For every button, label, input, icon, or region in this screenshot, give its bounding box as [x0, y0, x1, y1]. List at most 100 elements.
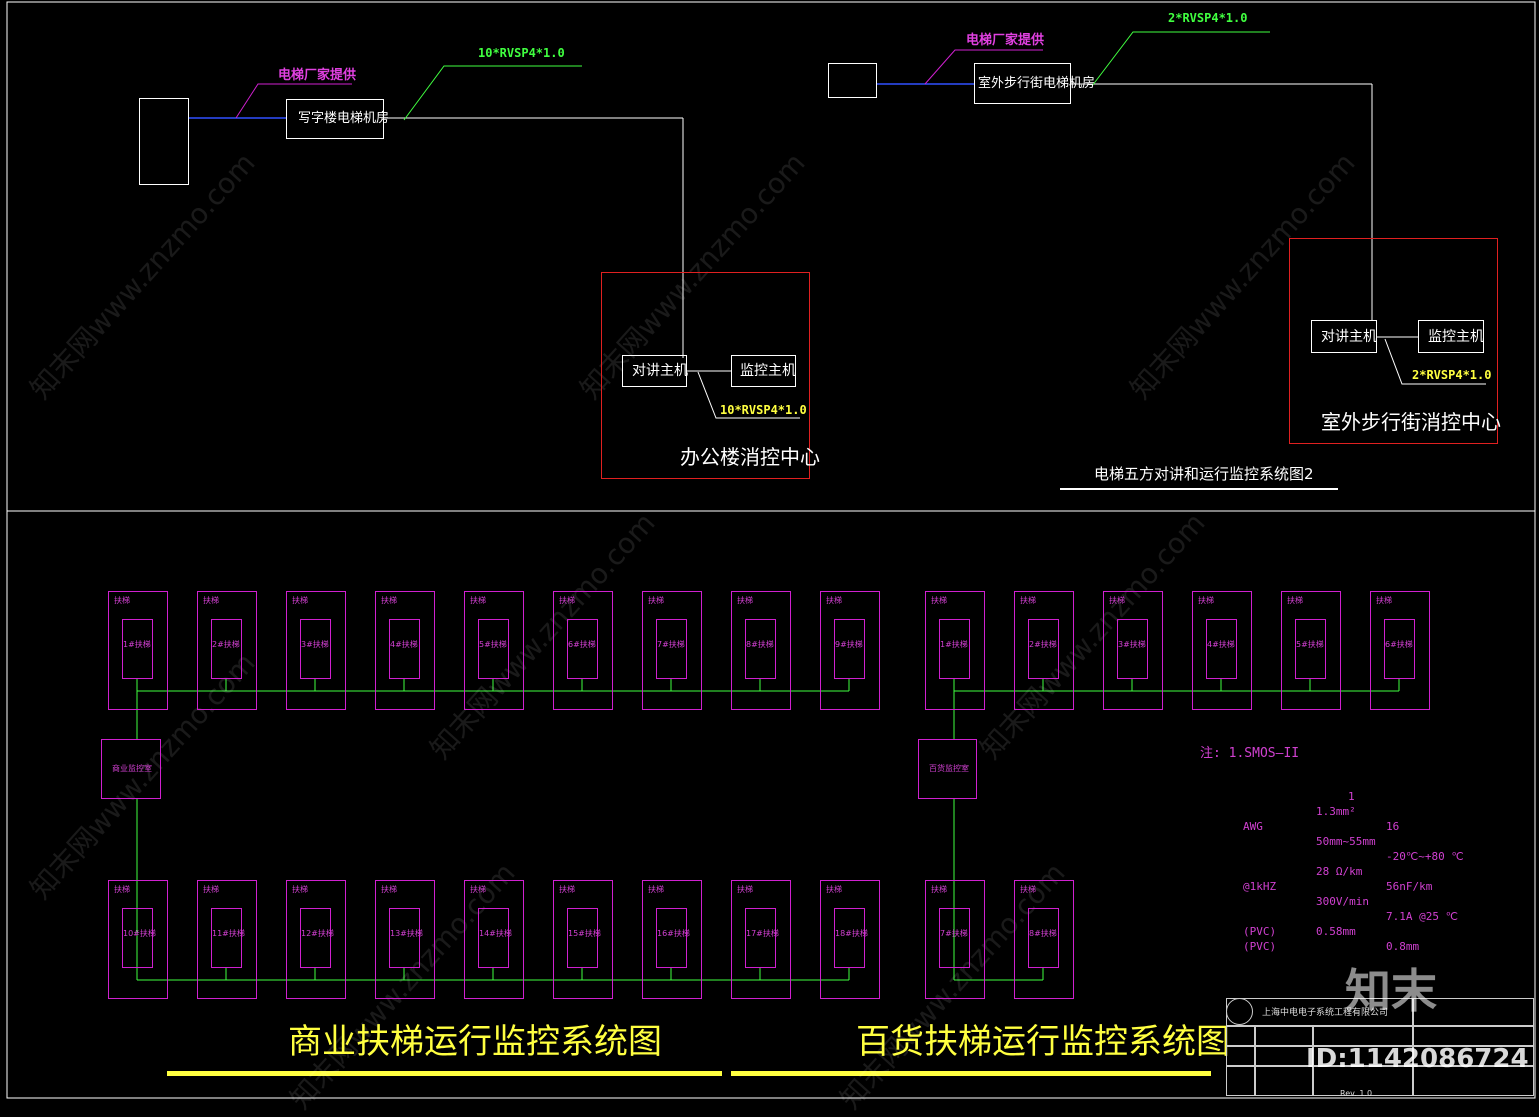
left-host-cable-spec: 10*RVSP4*1.0 [720, 403, 807, 417]
top-drawing-title: 电梯五方对讲和运行监控系统图2 [1094, 465, 1314, 483]
right-cable-spec: 2*RVSP4*1.0 [1168, 11, 1248, 25]
escalator-unit [656, 908, 687, 968]
escalator-cell-tag: 扶梯 [203, 885, 219, 894]
right-host-cable-spec: 2*RVSP4*1.0 [1412, 368, 1492, 382]
escalator-unit [745, 908, 776, 968]
escalator-unit-label: 16#扶梯 [657, 929, 690, 938]
escalator-unit [300, 619, 331, 679]
escalator-unit [1028, 619, 1059, 679]
commercial-system-title: 商业扶梯运行监控系统图 [288, 1022, 662, 1062]
escalator-unit [478, 908, 509, 968]
escalator-unit [939, 619, 970, 679]
note-value: 7.1A @25 ℃ [1386, 910, 1458, 923]
escalator-cell-tag: 扶梯 [1020, 885, 1036, 894]
watermark-id: ID:1142086724 [1306, 1044, 1529, 1074]
escalator-unit-label: 1#扶梯 [940, 640, 968, 649]
escalator-cell-tag: 扶梯 [826, 596, 842, 605]
escalator-unit [834, 908, 865, 968]
escalator-unit-label: 17#扶梯 [746, 929, 779, 938]
note-value: 28 Ω/km [1316, 865, 1363, 878]
escalator-cell-tag: 扶梯 [203, 596, 219, 605]
notes-count: 1 [1348, 790, 1355, 803]
escalator-unit-label: 11#扶梯 [212, 929, 245, 938]
escalator-unit-label: 14#扶梯 [479, 929, 512, 938]
escalator-unit-label: 6#扶梯 [1385, 640, 1413, 649]
note-value: 0.58mm [1316, 925, 1356, 938]
left-monitor-host-label: 监控主机 [740, 363, 796, 379]
escalator-unit-label: 1#扶梯 [123, 640, 151, 649]
escalator-unit [478, 619, 509, 679]
escalator-cell-tag: 扶梯 [1109, 596, 1125, 605]
escalator-unit-label: 12#扶梯 [301, 929, 334, 938]
escalator-cell-tag: 扶梯 [648, 596, 664, 605]
escalator-unit-label: 4#扶梯 [1207, 640, 1235, 649]
title-block-scale: Rev. 1.0 [1340, 1089, 1373, 1098]
escalator-unit [122, 908, 153, 968]
left-elevator-car-panel [139, 98, 189, 185]
escalator-unit [389, 908, 420, 968]
escalator-unit-label: 5#扶梯 [1296, 640, 1324, 649]
escalator-cell-tag: 扶梯 [381, 885, 397, 894]
left-supplier-note: 电梯厂家提供 [278, 68, 357, 83]
escalator-cell-tag: 扶梯 [114, 885, 130, 894]
escalator-unit [1117, 619, 1148, 679]
escalator-unit [300, 908, 331, 968]
department-monitor-room-label: 百货监控室 [929, 764, 969, 773]
right-supplier-note: 电梯厂家提供 [966, 33, 1045, 48]
escalator-cell-tag: 扶梯 [470, 596, 486, 605]
escalator-unit-label: 7#扶梯 [940, 929, 968, 938]
escalator-cell-tag: 扶梯 [737, 885, 753, 894]
escalator-unit-label: 2#扶梯 [212, 640, 240, 649]
notes-heading: 注: 1.SMOS—II [1200, 746, 1300, 761]
escalator-cell-tag: 扶梯 [826, 885, 842, 894]
escalator-cell-tag: 扶梯 [737, 596, 753, 605]
escalator-cell-tag: 扶梯 [470, 885, 486, 894]
right-machine-room-label: 室外步行街电梯机房 [978, 76, 1096, 91]
note-param: @1kHZ [1243, 880, 1277, 893]
escalator-unit [211, 619, 242, 679]
escalator-unit-label: 5#扶梯 [479, 640, 507, 649]
escalator-unit [211, 908, 242, 968]
watermark-logo: 知末 [1345, 964, 1437, 1018]
escalator-cell-tag: 扶梯 [1376, 596, 1392, 605]
left-machine-room-label: 写字楼电梯机房 [298, 111, 390, 126]
escalator-cell-tag: 扶梯 [381, 596, 397, 605]
company-logo-icon [1226, 998, 1253, 1025]
note-param: (PVC) [1243, 940, 1277, 953]
escalator-unit [389, 619, 420, 679]
left-intercom-host-label: 对讲主机 [632, 363, 688, 379]
commercial-monitor-room-label: 商业监控室 [112, 764, 152, 773]
escalator-unit-label: 9#扶梯 [835, 640, 863, 649]
note-value: 16 [1386, 820, 1400, 833]
commercial-title-bar [167, 1071, 722, 1076]
street-center-label: 室外步行街消控中心 [1321, 410, 1501, 434]
left-cable-leader [403, 65, 582, 121]
escalator-cell-tag: 扶梯 [292, 596, 308, 605]
department-title-bar [731, 1071, 1211, 1076]
right-cable-leader [1091, 31, 1270, 87]
note-param: AWG [1243, 820, 1263, 833]
escalator-cell-tag: 扶梯 [559, 885, 575, 894]
escalator-unit-label: 8#扶梯 [746, 640, 774, 649]
escalator-unit-label: 3#扶梯 [1118, 640, 1146, 649]
escalator-unit-label: 6#扶梯 [568, 640, 596, 649]
escalator-unit-label: 15#扶梯 [568, 929, 601, 938]
escalator-cell-tag: 扶梯 [931, 596, 947, 605]
note-value: -20℃~+80 ℃ [1386, 850, 1464, 863]
escalator-unit [1206, 619, 1237, 679]
escalator-unit [656, 619, 687, 679]
escalator-unit [1028, 908, 1059, 968]
right-monitor-host-label: 监控主机 [1428, 329, 1484, 345]
escalator-unit-label: 7#扶梯 [657, 640, 685, 649]
note-value: 56nF/km [1386, 880, 1433, 893]
right-elevator-car-panel [828, 63, 877, 98]
escalator-cell-tag: 扶梯 [931, 885, 947, 894]
escalator-unit-label: 13#扶梯 [390, 929, 423, 938]
title-block-rule [1254, 1025, 1256, 1096]
escalator-cell-tag: 扶梯 [559, 596, 575, 605]
note-value: 300V/min [1316, 895, 1369, 908]
escalator-unit-label: 8#扶梯 [1029, 929, 1057, 938]
left-cable-spec: 10*RVSP4*1.0 [478, 46, 565, 60]
escalator-cell-tag: 扶梯 [1287, 596, 1303, 605]
note-value: 0.8mm [1386, 940, 1420, 953]
